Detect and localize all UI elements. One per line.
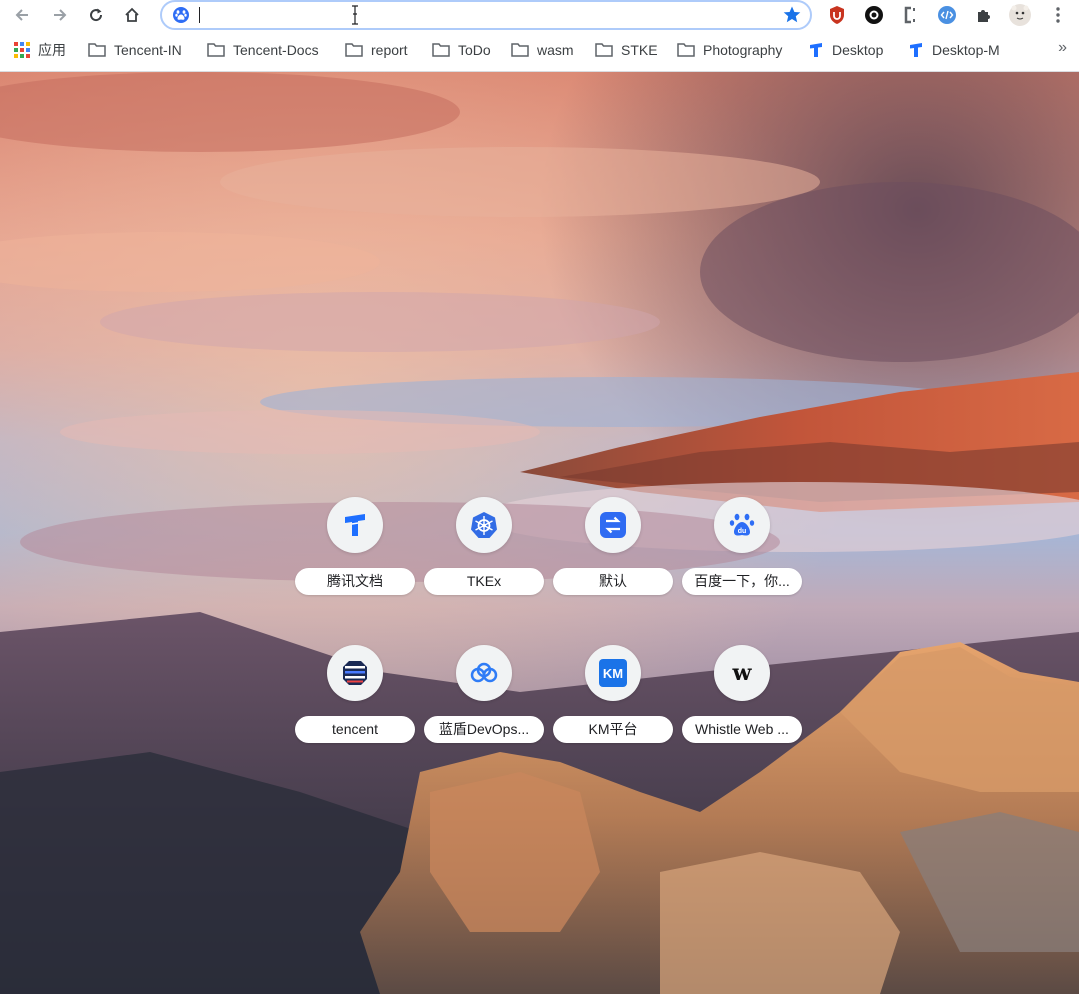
ring-extension-button[interactable] [862, 3, 886, 27]
cloud-icon [470, 662, 498, 683]
back-button[interactable] [10, 3, 34, 27]
bookmark-label: Photography [703, 42, 783, 58]
shortcut-label: Whistle Web ... [682, 716, 802, 743]
whistle-icon: w [732, 660, 753, 686]
bookmark-folder-tencent-in[interactable]: Tencent-IN [88, 38, 182, 62]
code-extension-button[interactable] [935, 3, 959, 27]
address-input[interactable] [198, 5, 758, 25]
bookmarks-overflow-button[interactable]: » [1058, 39, 1067, 57]
shortcut-label: 蓝盾DevOps... [424, 716, 544, 743]
home-icon [125, 7, 139, 22]
swap-icon [600, 512, 626, 538]
c-bracket-extension-button[interactable] [898, 3, 922, 27]
shortcut-tile[interactable]: KM KM平台 [553, 645, 673, 755]
km-icon: KM [599, 659, 627, 687]
circle-ring-icon [865, 6, 883, 24]
shortcut-icon-wrap [327, 497, 383, 553]
folder-icon [345, 43, 363, 57]
tencent-docs-icon [810, 43, 822, 57]
km-icon-text: KM [603, 666, 623, 681]
profile-button[interactable] [1008, 3, 1032, 27]
shortcut-icon-wrap [456, 497, 512, 553]
bookmark-label: wasm [537, 42, 574, 58]
baidu-icon [173, 7, 189, 23]
bookmark-label: Tencent-IN [114, 42, 182, 58]
arrow-right-icon [54, 9, 67, 21]
shortcut-icon-wrap [585, 497, 641, 553]
whistle-icon-text: w [732, 660, 753, 686]
forward-button[interactable] [48, 3, 72, 27]
extensions-button[interactable] [972, 3, 996, 27]
folder-icon [595, 43, 613, 57]
shortcut-label: KM平台 [553, 716, 673, 743]
bookmark-apps[interactable]: 应用 [14, 38, 66, 62]
apps-grid-icon [14, 42, 30, 58]
code-icon [938, 6, 956, 24]
shortcut-icon-wrap: du [714, 497, 770, 553]
shortcut-icon-wrap [327, 645, 383, 701]
reload-button[interactable] [84, 3, 108, 27]
bookmark-star-icon[interactable] [782, 5, 802, 25]
bookmark-label: STKE [621, 42, 658, 58]
more-vert-icon [1056, 7, 1060, 23]
chrome-menu-button[interactable] [1046, 3, 1070, 27]
folder-icon [511, 43, 529, 57]
shortcut-label: 默认 [553, 568, 673, 595]
avatar [1009, 4, 1031, 26]
svg-text:du: du [738, 528, 747, 535]
bookmark-label: report [371, 42, 408, 58]
bookmark-folder-todo[interactable]: ToDo [432, 38, 491, 62]
bookmark-desktop[interactable]: Desktop [808, 38, 883, 62]
shortcut-tile[interactable]: w Whistle Web ... [682, 645, 802, 755]
ublock-icon [830, 6, 844, 24]
shortcut-tile[interactable]: TKEx [424, 497, 544, 607]
shortcut-label: TKEx [424, 568, 544, 595]
shortcut-tile[interactable]: 默认 [553, 497, 673, 607]
tencent-stack-icon [343, 661, 367, 685]
ublock-extension-button[interactable] [825, 3, 849, 27]
tencent-docs-icon [345, 514, 365, 536]
arrow-left-icon [15, 9, 28, 21]
bookmark-folder-tencent-docs[interactable]: Tencent-Docs [207, 38, 319, 62]
bookmark-label: Desktop [832, 42, 884, 58]
bookmark-folder-report[interactable]: report [345, 38, 408, 62]
ibeam-cursor-icon [352, 5, 358, 25]
bookmarks-bar: 应用 Tencent-IN Tencent-Docs report ToDo w… [0, 30, 1079, 72]
bookmark-label: 应用 [38, 42, 66, 58]
shortcut-label: 腾讯文档 [295, 568, 415, 595]
bookmark-label: Tencent-Docs [233, 42, 319, 58]
browser-toolbar [0, 0, 1079, 30]
bookmark-folder-photography[interactable]: Photography [677, 38, 782, 62]
bookmark-label: Desktop-M [932, 42, 1000, 58]
shortcut-tile[interactable]: 腾讯文档 [295, 497, 415, 607]
shortcut-label: tencent [295, 716, 415, 743]
folder-icon [677, 43, 695, 57]
address-bar[interactable] [160, 0, 812, 30]
reload-icon [90, 8, 103, 22]
folder-icon [432, 43, 450, 57]
folder-icon [88, 43, 106, 57]
browser-window: 应用 Tencent-IN Tencent-Docs report ToDo w… [0, 0, 1079, 994]
shortcut-icon-wrap: KM [585, 645, 641, 701]
tencent-docs-icon [910, 43, 922, 57]
shortcut-tile[interactable]: tencent [295, 645, 415, 755]
c-bracket-icon [904, 6, 915, 24]
shortcut-icon-wrap: w [714, 645, 770, 701]
shortcut-icon-wrap [456, 645, 512, 701]
bookmark-folder-wasm[interactable]: wasm [511, 38, 574, 62]
folder-icon [207, 43, 225, 57]
baidu-icon: du [729, 513, 755, 536]
shortcut-tile[interactable]: 蓝盾DevOps... [424, 645, 544, 755]
bookmark-folder-stke[interactable]: STKE [595, 38, 658, 62]
home-button[interactable] [120, 3, 144, 27]
kubernetes-icon [471, 512, 497, 538]
puzzle-icon [978, 10, 990, 22]
text-caret [199, 7, 200, 23]
shortcut-label: 百度一下，你... [682, 568, 802, 595]
shortcut-tile[interactable]: du 百度一下，你... [682, 497, 802, 607]
bookmark-desktop-m[interactable]: Desktop-M [908, 38, 1000, 62]
bookmark-label: ToDo [458, 42, 491, 58]
